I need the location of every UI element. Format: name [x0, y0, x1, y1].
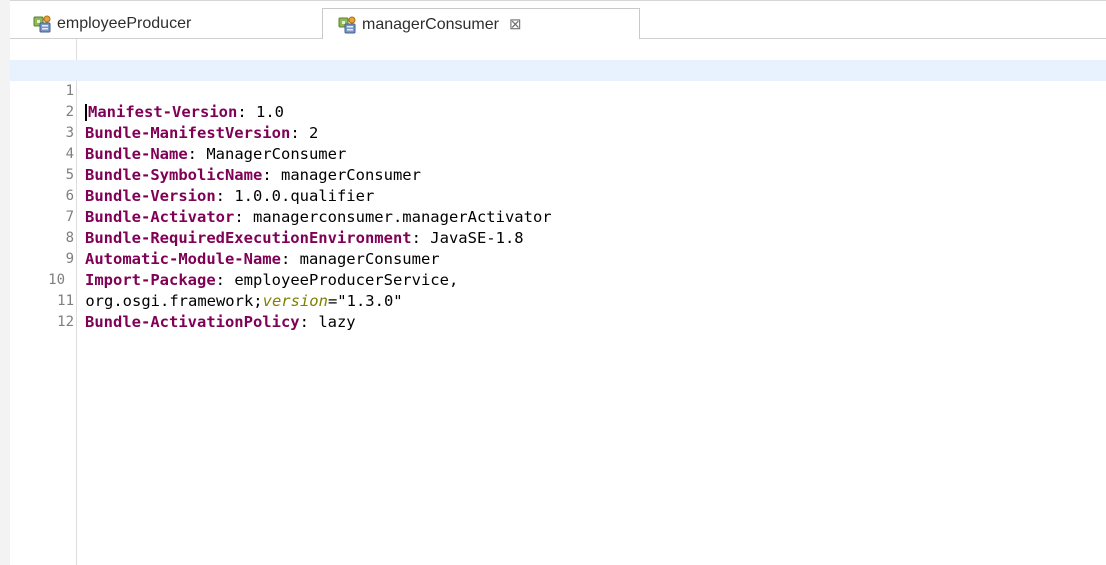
code-line: 6 Bundle-Activator: managerconsumer.mana…	[10, 165, 1106, 226]
header-key: Bundle-ActivationPolicy	[85, 313, 300, 331]
code-line: 10 org.osgi.framework;version="1.3.0"	[10, 249, 1106, 310]
header-value: lazy	[318, 313, 356, 331]
tab-label: employeeProducer	[57, 15, 192, 32]
code-line: 1 Manifest-Version: 1.0	[10, 60, 1106, 121]
manifest-editor[interactable]: 1 Manifest-Version: 1.0 2 Bundle-Manifes…	[10, 39, 1106, 565]
manifest-icon	[32, 14, 52, 34]
code-line: 3 Bundle-Name: ManagerConsumer	[10, 102, 1106, 163]
code-line: 8 Automatic-Module-Name: managerConsumer	[10, 207, 1106, 268]
close-icon[interactable]: ⊠	[509, 17, 522, 32]
tab-label: managerConsumer	[362, 15, 499, 33]
code-line: 4 Bundle-SymbolicName: managerConsumer	[10, 123, 1106, 184]
code-line: 2 Bundle-ManifestVersion: 2	[10, 81, 1106, 142]
code-line: 5 Bundle-Version: 1.0.0.qualifier	[10, 144, 1106, 205]
code-lines: 1 Manifest-Version: 1.0 2 Bundle-Manifes…	[10, 60, 1106, 331]
line-number: 12	[57, 314, 74, 330]
code-line: 12	[10, 291, 1106, 330]
code-line: 7 Bundle-RequiredExecutionEnvironment: J…	[10, 186, 1106, 247]
tab-employee-producer[interactable]: employeeProducer	[32, 8, 322, 40]
code-line: 11 Bundle-ActivationPolicy: lazy	[10, 270, 1106, 331]
tab-manager-consumer[interactable]: managerConsumer ⊠	[322, 8, 640, 40]
editor-tab-bar: employeeProducer managerConsumer ⊠	[10, 0, 1106, 40]
code-line: 9 Import-Package: employeeProducerServic…	[10, 228, 1106, 289]
manifest-icon	[337, 15, 357, 35]
